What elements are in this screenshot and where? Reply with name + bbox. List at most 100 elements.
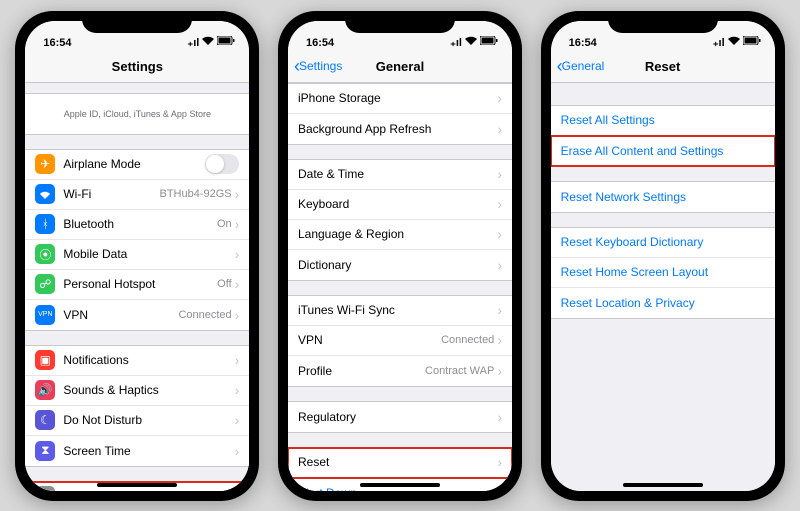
itunes-sync-row[interactable]: iTunes Wi-Fi Sync ›: [288, 296, 512, 326]
dnd-row[interactable]: ☾ Do Not Disturb ›: [25, 406, 249, 436]
keyboard-row[interactable]: Keyboard ›: [288, 190, 512, 220]
notch: [345, 11, 455, 33]
back-label: General: [562, 59, 605, 73]
vpn-label: VPN: [63, 308, 178, 322]
notch: [82, 11, 192, 33]
mobile-data-row[interactable]: ⦿ Mobile Data ›: [25, 240, 249, 270]
bluetooth-icon: ᚼ: [35, 214, 55, 234]
wifi-icon: [202, 36, 214, 48]
chevron-right-icon: ›: [235, 216, 240, 232]
reset-location-row[interactable]: Reset Location & Privacy: [551, 288, 775, 318]
reset-keyboard-row[interactable]: Reset Keyboard Dictionary: [551, 228, 775, 258]
chevron-right-icon: ›: [497, 257, 502, 273]
erase-all-row[interactable]: Erase All Content and Settings: [551, 136, 775, 166]
mobile-label: Mobile Data: [63, 247, 234, 261]
chevron-right-icon: ›: [235, 307, 240, 323]
airplane-toggle[interactable]: [205, 154, 239, 174]
bgrefresh-label: Background App Refresh: [298, 122, 497, 136]
regulatory-row[interactable]: Regulatory ›: [288, 402, 512, 432]
back-button[interactable]: ‹ General: [557, 57, 605, 75]
sounds-icon: 🔊: [35, 380, 55, 400]
page-title: Settings: [112, 59, 163, 74]
language-region-row[interactable]: Language & Region ›: [288, 220, 512, 250]
reset-all-settings-row[interactable]: Reset All Settings: [551, 106, 775, 136]
settings-list[interactable]: Apple ID, iCloud, iTunes & App Store ✈ A…: [25, 83, 249, 491]
chevron-right-icon: ›: [497, 196, 502, 212]
sounds-label: Sounds & Haptics: [63, 383, 234, 397]
signal-icon: ₊ıl: [187, 36, 199, 49]
reset-network-row[interactable]: Reset Network Settings: [551, 182, 775, 212]
notifications-icon: ▣: [35, 350, 55, 370]
back-button[interactable]: ‹ Settings: [294, 57, 342, 75]
apple-id-row[interactable]: Apple ID, iCloud, iTunes & App Store: [25, 94, 249, 134]
chevron-right-icon: ›: [235, 186, 240, 202]
wifi-row[interactable]: Wi-Fi BTHub4-92GS ›: [25, 180, 249, 210]
profile-row[interactable]: Profile Contract WAP ›: [288, 356, 512, 386]
wifi-icon: [728, 36, 740, 48]
wifi-icon: [35, 184, 55, 204]
sounds-row[interactable]: 🔊 Sounds & Haptics ›: [25, 376, 249, 406]
chevron-right-icon: ›: [235, 488, 240, 491]
chevron-right-icon: ›: [497, 121, 502, 137]
notch: [608, 11, 718, 33]
vpn-icon: VPN: [35, 305, 55, 325]
battery-icon: [743, 36, 761, 48]
reset-keyboard-label: Reset Keyboard Dictionary: [561, 235, 765, 249]
wifi-label: Wi-Fi: [63, 187, 159, 201]
chevron-right-icon: ›: [497, 409, 502, 425]
dict-label: Dictionary: [298, 258, 497, 272]
status-time: 16:54: [43, 37, 71, 49]
reset-home-label: Reset Home Screen Layout: [561, 265, 765, 279]
reset-network-label: Reset Network Settings: [561, 190, 765, 204]
date-time-row[interactable]: Date & Time ›: [288, 160, 512, 190]
general-label: General: [63, 489, 234, 491]
nav-bar: Settings: [25, 51, 249, 83]
airplane-icon: ✈: [35, 154, 55, 174]
chevron-right-icon: ›: [497, 454, 502, 470]
nav-bar: ‹ General Reset: [551, 51, 775, 83]
dictionary-row[interactable]: Dictionary ›: [288, 250, 512, 280]
back-label: Settings: [299, 59, 342, 73]
notifications-row[interactable]: ▣ Notifications ›: [25, 346, 249, 376]
airplane-mode-row[interactable]: ✈ Airplane Mode: [25, 150, 249, 180]
chevron-right-icon: ›: [235, 276, 240, 292]
battery-icon: [480, 36, 498, 48]
antenna-icon: ⦿: [35, 244, 55, 264]
reset-label: Reset: [298, 455, 497, 469]
hotspot-row[interactable]: ☍ Personal Hotspot Off ›: [25, 270, 249, 300]
bg-refresh-row[interactable]: Background App Refresh ›: [288, 114, 512, 144]
iphone-storage-row[interactable]: iPhone Storage ›: [288, 84, 512, 114]
bluetooth-row[interactable]: ᚼ Bluetooth On ›: [25, 210, 249, 240]
wifi-icon: [465, 36, 477, 48]
general-list[interactable]: iPhone Storage › Background App Refresh …: [288, 83, 512, 491]
itunes-label: iTunes Wi-Fi Sync: [298, 303, 497, 317]
screentime-row[interactable]: ⧗ Screen Time ›: [25, 436, 249, 466]
phone-frame-2: 16:54 ₊ıl ‹ Settings General iPhone Stor…: [278, 11, 522, 501]
phone-frame-3: 16:54 ₊ıl ‹ General Reset Reset All Sett…: [541, 11, 785, 501]
reset-home-row[interactable]: Reset Home Screen Layout: [551, 258, 775, 288]
moon-icon: ☾: [35, 410, 55, 430]
vpn-value: Connected: [178, 309, 231, 321]
nav-bar: ‹ Settings General: [288, 51, 512, 83]
chevron-right-icon: ›: [497, 302, 502, 318]
profile-label: Profile: [298, 364, 425, 378]
reset-location-label: Reset Location & Privacy: [561, 296, 765, 310]
vpn-row[interactable]: VPN Connected ›: [288, 326, 512, 356]
apple-id-label: Apple ID, iCloud, iTunes & App Store: [64, 109, 211, 119]
hotspot-icon: ☍: [35, 274, 55, 294]
signal-icon: ₊ıl: [713, 36, 725, 49]
reset-list[interactable]: Reset All Settings Erase All Content and…: [551, 83, 775, 491]
reset-row[interactable]: Reset ›: [288, 448, 512, 478]
home-indicator[interactable]: [623, 483, 703, 487]
home-indicator[interactable]: [360, 483, 440, 487]
home-indicator[interactable]: [97, 483, 177, 487]
notifications-label: Notifications: [63, 353, 234, 367]
chevron-right-icon: ›: [235, 246, 240, 262]
screen-3: 16:54 ₊ıl ‹ General Reset Reset All Sett…: [551, 21, 775, 491]
chevron-right-icon: ›: [497, 226, 502, 242]
chevron-right-icon: ›: [497, 332, 502, 348]
page-title: Reset: [645, 59, 680, 74]
chevron-right-icon: ›: [497, 166, 502, 182]
wifi-value: BTHub4-92GS: [160, 188, 232, 200]
vpn-row[interactable]: VPN VPN Connected ›: [25, 300, 249, 330]
